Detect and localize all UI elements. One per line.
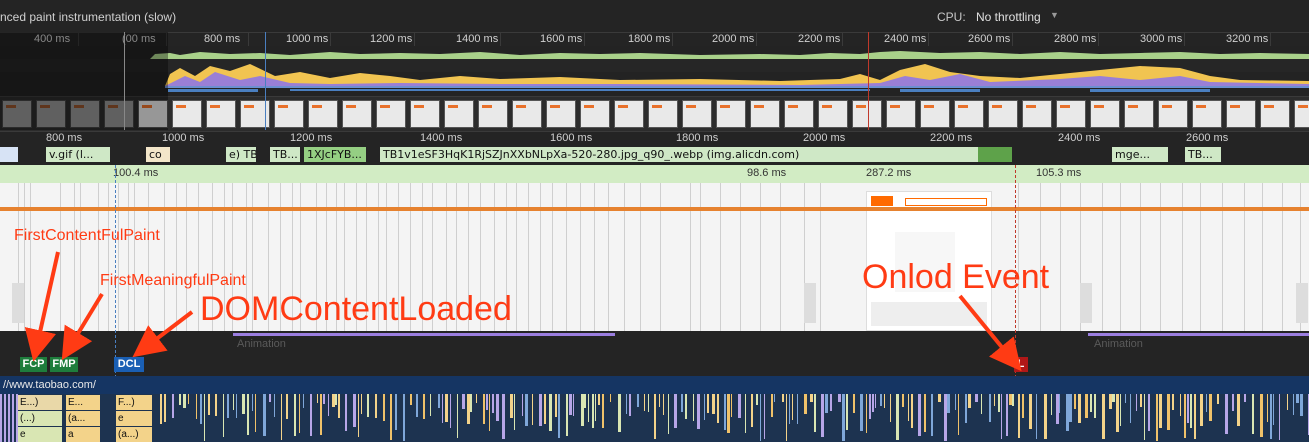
fmp-annotation: FirstMeaningfulPaint (100, 272, 246, 289)
fcp-arrow (24, 251, 60, 362)
dcl-annotation: DOMContentLoaded (200, 290, 512, 328)
fmp-arrow (61, 292, 104, 361)
dcl-arrow (132, 310, 194, 358)
annotation-arrows (24, 251, 1022, 372)
onload-arrow (958, 294, 1022, 372)
onload-annotation: Onlod Event (862, 258, 1050, 296)
fcp-annotation: FirstContentFulPaint (14, 227, 160, 244)
